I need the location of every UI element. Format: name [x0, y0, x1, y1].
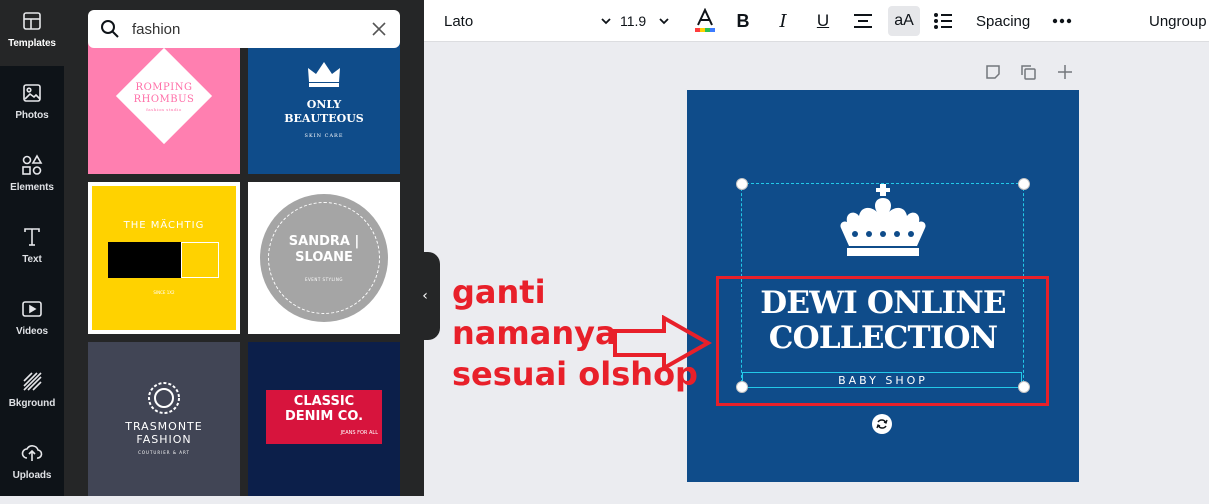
text-icon: [24, 228, 40, 246]
nav-text[interactable]: Text: [0, 216, 64, 288]
font-family-value: Lato: [444, 12, 474, 30]
template-card-romping-rhombus[interactable]: ROMPING RHOMBUS fashion studio: [88, 30, 240, 174]
font-size-value: 11.9: [620, 13, 647, 29]
template-6-tag: JEANS FOR ALL: [340, 430, 378, 436]
nav-elements[interactable]: Elements: [0, 144, 64, 216]
template-6-line1: CLASSIC: [293, 394, 355, 409]
collapse-panel-button[interactable]: ‹: [410, 252, 440, 340]
annotation-line2: namanya: [452, 314, 617, 352]
font-family-dropdown[interactable]: Lato: [444, 0, 624, 42]
text-toolbar: Lato 11.9 B I U aA Spacing Ungroup: [424, 0, 1209, 42]
nav-uploads-label: Uploads: [12, 470, 52, 481]
videos-icon: [22, 301, 42, 317]
search-icon: [101, 20, 119, 38]
italic-button[interactable]: I: [770, 0, 796, 42]
photos-icon: [23, 84, 41, 102]
template-1-tag: fashion studio: [146, 107, 182, 112]
annotation-highlight-box: [716, 276, 1049, 406]
template-5-line2: FASHION: [136, 433, 192, 446]
templates-panel: ROMPING RHOMBUS fashion studio ONLY BEAU…: [64, 0, 424, 496]
duplicate-page-icon[interactable]: [1019, 63, 1037, 81]
templates-icon: [23, 12, 41, 30]
template-2-line1: ONLY: [306, 98, 342, 111]
letter-case-button[interactable]: aA: [888, 6, 920, 36]
ungroup-button[interactable]: Ungroup: [1149, 0, 1207, 42]
annotation-line1: ganti: [452, 273, 546, 311]
template-1-line2: RHOMBUS: [133, 94, 195, 105]
text-color-icon: [695, 8, 715, 32]
template-3-tag: SINCE 1X2: [153, 290, 175, 295]
align-center-icon: [854, 14, 872, 28]
nav-videos-label: Videos: [15, 326, 48, 337]
rotate-handle[interactable]: [872, 414, 892, 434]
search-bar: [88, 10, 400, 48]
template-card-only-beauteous[interactable]: ONLY BEAUTEOUS SKIN CARE: [248, 30, 400, 174]
add-page-icon[interactable]: [1056, 63, 1074, 81]
annotation-line3: sesuai olshop: [452, 355, 698, 393]
more-icon: [1052, 18, 1072, 24]
template-4-tag: EVENT STYLING: [305, 277, 343, 282]
template-card-trasmonte[interactable]: TRASMONTE FASHION COUTURIER & ART: [88, 342, 240, 496]
align-button[interactable]: [850, 0, 876, 42]
text-color-button[interactable]: [690, 0, 720, 42]
side-nav: Templates Photos Elements Text Videos Bk…: [0, 0, 64, 496]
search-input[interactable]: [132, 20, 370, 38]
nav-text-label: Text: [22, 254, 42, 265]
template-5-tag: COUTURIER & ART: [138, 450, 190, 455]
template-card-classic-denim[interactable]: CLASSIC DENIM CO. JEANS FOR ALL: [248, 342, 400, 496]
bold-button[interactable]: B: [730, 0, 756, 42]
template-2-line2: BEAUTEOUS: [284, 112, 364, 125]
nav-background-label: Bkground: [8, 398, 56, 409]
template-4-line2: SLOANE: [295, 250, 353, 265]
underline-button[interactable]: U: [810, 0, 836, 42]
template-card-the-machtig[interactable]: THE MÄCHTIG SINCE 1X2: [88, 182, 240, 334]
template-1-line1: ROMPING: [135, 82, 193, 93]
nav-photos[interactable]: Photos: [0, 72, 64, 144]
chevron-down-icon: [601, 18, 611, 25]
nav-elements-label: Elements: [10, 182, 54, 193]
uploads-icon: [21, 445, 43, 461]
nav-uploads[interactable]: Uploads: [0, 432, 64, 504]
list-icon: [934, 13, 952, 29]
chevron-left-icon: ‹: [422, 288, 428, 304]
nav-photos-label: Photos: [15, 110, 49, 121]
rotate-icon: [876, 419, 888, 429]
clear-search-icon[interactable]: [370, 20, 388, 38]
template-3-line1: THE MÄCHTIG: [123, 220, 205, 231]
crown-icon: [308, 62, 340, 87]
chevron-down-icon: [659, 18, 669, 25]
template-5-line1: TRASMONTE: [125, 420, 203, 433]
resize-handle-top-right[interactable]: [1018, 178, 1030, 190]
background-icon: [23, 372, 42, 391]
nav-background[interactable]: Bkground: [0, 360, 64, 432]
template-4-line1: SANDRA |: [288, 234, 360, 249]
list-button[interactable]: [930, 0, 956, 42]
nav-videos[interactable]: Videos: [0, 288, 64, 360]
resize-handle-top-left[interactable]: [736, 178, 748, 190]
font-size-dropdown[interactable]: 11.9: [620, 0, 676, 42]
annotation-text: ganti namanya sesuai olshop: [452, 272, 698, 395]
spacing-button[interactable]: Spacing: [976, 0, 1030, 42]
ornament-icon: [148, 382, 180, 414]
nav-templates[interactable]: Templates: [0, 0, 64, 66]
template-2-tag: SKIN CARE: [304, 133, 344, 139]
add-note-icon[interactable]: [984, 63, 1002, 81]
more-options-button[interactable]: [1048, 0, 1076, 42]
template-6-line2: DENIM CO.: [284, 409, 364, 424]
template-card-sandra-sloane[interactable]: SANDRA | SLOANE EVENT STYLING: [248, 182, 400, 334]
elements-icon: [22, 154, 43, 175]
nav-templates-label: Templates: [8, 38, 56, 49]
